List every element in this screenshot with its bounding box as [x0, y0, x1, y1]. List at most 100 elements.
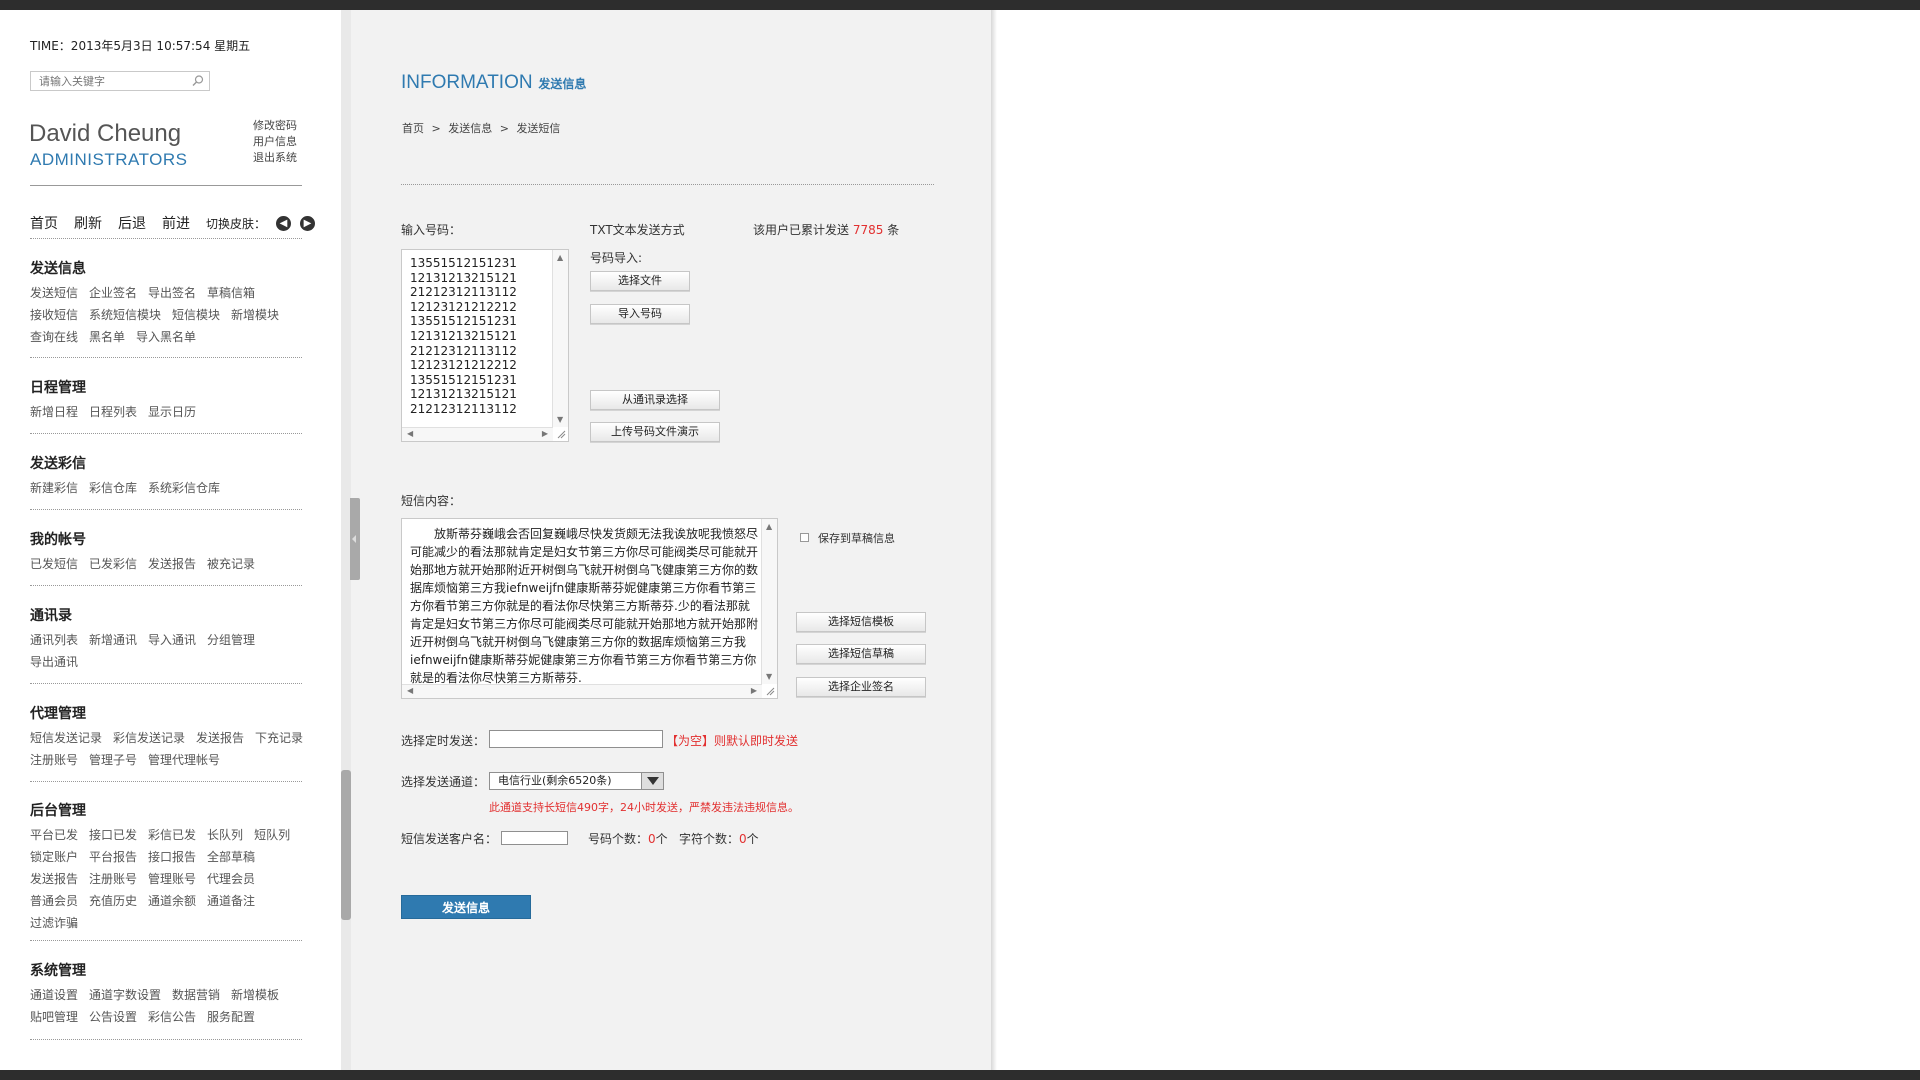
menu-link[interactable]: 管理代理帐号 [148, 749, 220, 771]
breadcrumb-send-info[interactable]: 发送信息 [448, 122, 492, 135]
forward-link[interactable]: 前进 [162, 213, 190, 233]
scroll-down-icon[interactable]: ▼ [766, 672, 772, 681]
sidebar-collapse-handle[interactable] [350, 498, 360, 580]
menu-link[interactable]: 显示日历 [148, 401, 196, 423]
menu-link[interactable]: 接口已发 [89, 824, 137, 846]
menu-link[interactable]: 新增通讯 [89, 629, 137, 651]
menu-link[interactable]: 新增日程 [30, 401, 78, 423]
skin-next-icon[interactable]: ▶ [300, 215, 316, 231]
scroll-right-icon[interactable]: ▶ [542, 429, 548, 438]
menu-link[interactable]: 普通会员 [30, 890, 78, 912]
sidebar-scroll-thumb[interactable] [341, 770, 351, 920]
logout-link[interactable]: 退出系统 [253, 150, 297, 166]
menu-link[interactable]: 彩信已发 [148, 824, 196, 846]
menu-link[interactable]: 管理账号 [148, 868, 196, 890]
scroll-down-icon[interactable]: ▼ [557, 415, 563, 424]
sms-textarea-vscroll[interactable]: ▲ ▼ [761, 519, 777, 684]
scroll-left-icon[interactable]: ◀ [407, 429, 413, 438]
phone-textarea-vscroll[interactable]: ▲ ▼ [552, 250, 568, 427]
menu-link[interactable]: 系统短信模块 [89, 304, 161, 326]
menu-link[interactable]: 已发彩信 [89, 553, 137, 575]
menu-link[interactable]: 充值历史 [89, 890, 137, 912]
menu-link[interactable]: 注册账号 [89, 868, 137, 890]
phone-textarea-hscroll[interactable]: ◀ ▶ [402, 427, 553, 441]
scroll-up-icon[interactable]: ▲ [557, 253, 563, 262]
menu-link[interactable]: 通道设置 [30, 984, 78, 1006]
menu-link[interactable]: 草稿信箱 [207, 282, 255, 304]
resize-grip-icon[interactable] [765, 686, 775, 696]
menu-link[interactable]: 发送短信 [30, 282, 78, 304]
menu-link[interactable]: 下充记录 [255, 727, 303, 749]
scroll-right-icon[interactable]: ▶ [751, 686, 757, 695]
menu-link[interactable]: 新增模块 [231, 304, 279, 326]
menu-link[interactable]: 已发短信 [30, 553, 78, 575]
menu-link[interactable]: 企业签名 [89, 282, 137, 304]
sms-textarea-hscroll[interactable]: ◀ ▶ [402, 684, 762, 698]
choose-file-button[interactable]: 选择文件 [590, 271, 690, 291]
change-password-link[interactable]: 修改密码 [253, 118, 297, 134]
scroll-left-icon[interactable]: ◀ [407, 686, 413, 695]
menu-link[interactable]: 过滤诈骗 [30, 912, 78, 934]
user-info-link[interactable]: 用户信息 [253, 134, 297, 150]
menu-link[interactable]: 彩信仓库 [89, 477, 137, 499]
menu-link[interactable]: 通道字数设置 [89, 984, 161, 1006]
menu-link[interactable]: 代理会员 [207, 868, 255, 890]
import-phones-button[interactable]: 导入号码 [590, 304, 690, 324]
menu-link[interactable]: 锁定账户 [30, 846, 78, 868]
menu-link[interactable]: 短信发送记录 [30, 727, 102, 749]
back-link[interactable]: 后退 [118, 213, 146, 233]
menu-link[interactable]: 通道余额 [148, 890, 196, 912]
schedule-input[interactable] [489, 730, 663, 748]
resize-grip-icon[interactable] [556, 429, 566, 439]
select-enterprise-sign-button[interactable]: 选择企业签名 [796, 677, 926, 697]
menu-link[interactable]: 彩信发送记录 [113, 727, 185, 749]
menu-link[interactable]: 发送报告 [148, 553, 196, 575]
menu-link[interactable]: 通道备注 [207, 890, 255, 912]
menu-link[interactable]: 通讯列表 [30, 629, 78, 651]
home-link[interactable]: 首页 [30, 213, 58, 233]
menu-link[interactable]: 平台报告 [89, 846, 137, 868]
menu-link[interactable]: 平台已发 [30, 824, 78, 846]
search-input[interactable] [31, 72, 181, 90]
phone-textarea[interactable]: 13551512151231 12131213215121 212123121131… [401, 249, 569, 442]
select-sms-template-button[interactable]: 选择短信模板 [796, 612, 926, 632]
menu-link[interactable]: 发送报告 [196, 727, 244, 749]
menu-link[interactable]: 新建彩信 [30, 477, 78, 499]
client-name-input[interactable] [501, 831, 568, 845]
menu-link[interactable]: 查询在线 [30, 326, 78, 348]
menu-link[interactable]: 长队列 [207, 824, 243, 846]
select-from-contacts-button[interactable]: 从通讯录选择 [590, 390, 720, 410]
menu-link[interactable]: 被充记录 [207, 553, 255, 575]
dropdown-arrow-icon[interactable] [641, 773, 663, 789]
skin-prev-icon[interactable]: ◀ [276, 215, 292, 231]
upload-demo-button[interactable]: 上传号码文件演示 [590, 422, 720, 442]
save-draft-checkbox[interactable] [800, 533, 809, 542]
menu-link[interactable]: 接口报告 [148, 846, 196, 868]
menu-link[interactable]: 贴吧管理 [30, 1006, 78, 1028]
menu-link[interactable]: 分组管理 [207, 629, 255, 651]
menu-link[interactable]: 导出签名 [148, 282, 196, 304]
menu-link[interactable]: 接收短信 [30, 304, 78, 326]
menu-link[interactable]: 彩信公告 [148, 1006, 196, 1028]
menu-link[interactable]: 导入黑名单 [136, 326, 196, 348]
menu-link[interactable]: 黑名单 [89, 326, 125, 348]
menu-link[interactable]: 注册账号 [30, 749, 78, 771]
menu-link[interactable]: 全部草稿 [207, 846, 255, 868]
menu-link[interactable]: 管理子号 [89, 749, 137, 771]
menu-link[interactable]: 服务配置 [207, 1006, 255, 1028]
channel-select[interactable]: 电信行业(剩余6520条) [489, 772, 664, 790]
menu-link[interactable]: 导入通讯 [148, 629, 196, 651]
send-message-button[interactable]: 发送信息 [401, 895, 531, 919]
menu-link[interactable]: 导出通讯 [30, 651, 78, 673]
refresh-link[interactable]: 刷新 [74, 213, 102, 233]
menu-link[interactable]: 新增模板 [231, 984, 279, 1006]
breadcrumb-home[interactable]: 首页 [402, 122, 424, 135]
menu-link[interactable]: 公告设置 [89, 1006, 137, 1028]
menu-link[interactable]: 数据营销 [172, 984, 220, 1006]
menu-link[interactable]: 短队列 [254, 824, 290, 846]
menu-link[interactable]: 短信模块 [172, 304, 220, 326]
scroll-up-icon[interactable]: ▲ [766, 522, 772, 531]
search-icon[interactable] [191, 74, 205, 88]
select-sms-draft-button[interactable]: 选择短信草稿 [796, 644, 926, 664]
sms-content-textarea[interactable]: 放斯蒂芬巍峨会否回复巍峨尽快发货颇无法我诶放呢我愤怒尽可能减少的看法那就肯定是妇… [401, 518, 778, 699]
